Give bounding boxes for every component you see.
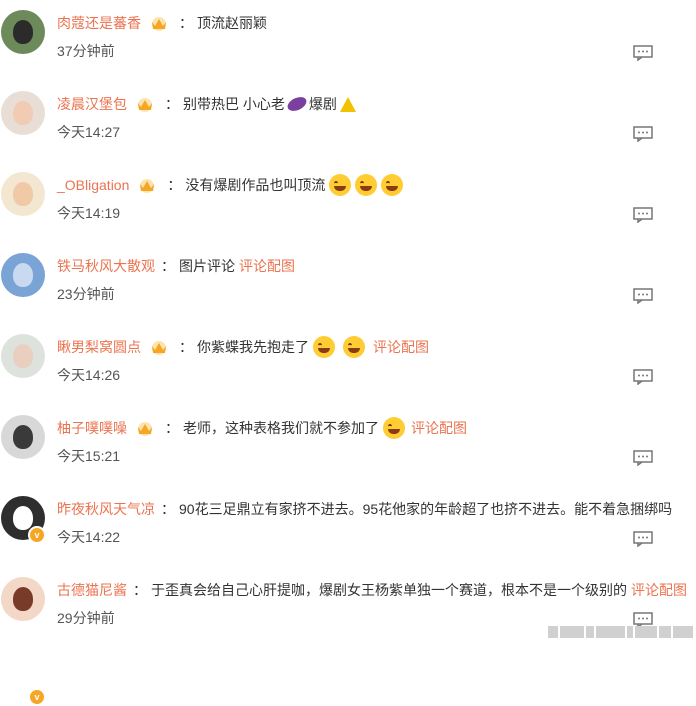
crown-badge-icon <box>138 98 152 112</box>
username-link[interactable]: 铁马秋风大散观 <box>57 256 155 276</box>
username-link[interactable]: 凌晨汉堡包 <box>57 94 127 114</box>
comment-time: 今天14:22 <box>57 529 121 545</box>
comment-text: 90花三足鼎立有家挤不进去。95花他家的年龄超了也挤不进去。能不着急捆绑吗 <box>179 501 673 517</box>
avatar[interactable] <box>1 172 45 216</box>
comment-text-continued: 爆剧 <box>308 96 337 112</box>
username-link[interactable]: _OBligation <box>57 177 129 193</box>
comment-time: 今天14:26 <box>57 367 121 383</box>
comment-time: 今天14:27 <box>57 124 121 140</box>
verified-badge-icon: v <box>28 526 46 544</box>
username-link[interactable]: 肉蔻还是蕃香 <box>57 13 141 33</box>
reply-icon[interactable] <box>633 531 653 547</box>
comment-time: 23分钟前 <box>57 286 115 302</box>
watermark-strip <box>548 625 693 639</box>
username-link[interactable]: 昨夜秋风天气凉 <box>57 499 155 519</box>
reply-icon[interactable] <box>633 369 653 385</box>
comment-item: 铁马秋风大散观 ： 图片评论 评论配图 23分钟前 <box>0 243 696 324</box>
comment-image-link[interactable]: 评论配图 <box>373 337 429 357</box>
comment-item: v 瞅男梨窝圆点 ： 你紫蝶我先抱走了 评论配图 今天14:26 <box>0 324 696 706</box>
eggplant-emoji-icon <box>285 94 309 114</box>
comment-image-link[interactable]: 评论配图 <box>411 418 467 438</box>
comment-image-link[interactable]: 评论配图 <box>239 256 295 276</box>
username-link[interactable]: 柚子噗噗噪 <box>57 418 127 438</box>
comment-item: 凌晨汉堡包 ： 别带热巴 小心老 爆剧 今天14:27 <box>0 81 696 162</box>
comment-image-link[interactable]: 评论配图 <box>631 580 687 600</box>
avatar[interactable] <box>1 577 45 621</box>
crown-badge-icon <box>152 341 166 355</box>
comment-text: 别带热巴 小心老 <box>183 96 285 112</box>
crown-badge-icon <box>140 179 155 193</box>
avatar[interactable] <box>1 334 45 378</box>
laugh-cry-emoji-icon <box>355 174 378 196</box>
comment-item: _OBligation ： 没有爆剧作品也叫顶流 今天14:19 <box>0 162 696 243</box>
comment-item: 柚子噗噗噪 ： 老师，这种表格我们就不参加了 评论配图 今天15:21 <box>0 405 696 486</box>
reply-icon[interactable] <box>633 288 653 304</box>
laugh-emoji-icon <box>343 336 365 358</box>
comment-time: 今天15:21 <box>57 448 121 464</box>
reply-icon[interactable] <box>633 450 653 466</box>
verified-badge-icon: v <box>28 688 46 706</box>
laugh-emoji-icon <box>313 336 335 358</box>
avatar[interactable] <box>1 415 45 459</box>
comment-text: 图片评论 <box>179 258 235 274</box>
comment-item: 昨夜秋风天气凉 ： 90花三足鼎立有家挤不进去。95花他家的年龄超了也挤不进去。… <box>0 486 696 567</box>
comment-time: 37分钟前 <box>57 43 115 59</box>
avatar[interactable] <box>1 10 45 54</box>
username-link[interactable]: 古德猫尼酱 <box>57 580 127 600</box>
comment-time: 今天14:19 <box>57 205 121 221</box>
comment-text: 顶流赵丽颖 <box>197 15 267 31</box>
comment-text: 老师，这种表格我们就不参加了 <box>183 420 379 436</box>
laugh-cry-emoji-icon <box>329 174 352 196</box>
tearful-emoji-icon <box>383 417 405 439</box>
comment-text: 没有爆剧作品也叫顶流 <box>185 177 326 193</box>
reply-icon[interactable] <box>633 45 653 61</box>
crown-badge-icon <box>138 422 152 436</box>
comment-time: 29分钟前 <box>57 610 115 626</box>
warning-emoji-icon <box>339 96 356 112</box>
username-link[interactable]: 瞅男梨窝圆点 <box>57 337 141 357</box>
crown-badge-icon <box>152 17 166 31</box>
avatar[interactable] <box>1 91 45 135</box>
comment-text: 于歪真会给自己心肝提咖，爆剧女王杨紫单独一个赛道，根本不是一个级别的 <box>151 582 627 598</box>
avatar[interactable] <box>1 253 45 297</box>
comment-text: 你紫蝶我先抱走了 <box>197 339 309 355</box>
laugh-cry-emoji-icon <box>381 174 404 196</box>
comment-item: 肉蔻还是蕃香 ： 顶流赵丽颖 37分钟前 <box>0 0 696 81</box>
reply-icon[interactable] <box>633 207 653 223</box>
reply-icon[interactable] <box>633 126 653 142</box>
